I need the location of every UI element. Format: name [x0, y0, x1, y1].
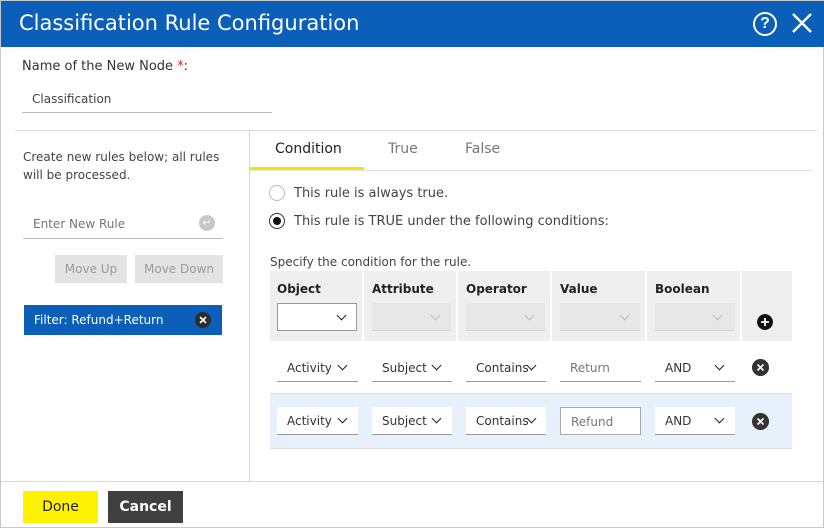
condition-spec-text: Specify the condition for the rule. [270, 255, 472, 269]
remove-rule-icon[interactable] [195, 312, 211, 328]
column-header-attribute: Attribute [372, 282, 434, 296]
move-up-button[interactable]: Move Up [55, 255, 127, 283]
row-1-object-select[interactable]: Activity [277, 354, 358, 382]
rule-item-filter[interactable]: Filter: Refund+Return [24, 305, 222, 335]
column-separator [740, 271, 742, 341]
rules-hint: Create new rules below; all rules will b… [23, 150, 220, 182]
column-separator [362, 271, 364, 341]
column-separator [550, 271, 552, 341]
remove-condition-icon[interactable] [752, 413, 769, 430]
new-object-select[interactable] [277, 303, 357, 331]
dialog-title: Classification Rule Configuration [19, 11, 360, 35]
radio-conditional-label: This rule is TRUE under the following co… [294, 214, 609, 229]
dialog-titlebar: Classification Rule Configuration ? [1, 1, 824, 47]
row-2-object-select[interactable]: Activity [277, 407, 358, 435]
new-boolean-select [655, 303, 735, 331]
divider-horizontal [15, 130, 817, 131]
new-operator-select [466, 303, 545, 331]
classification-rule-dialog: Classification Rule Configuration ? Name… [0, 0, 824, 528]
row-divider [270, 448, 792, 449]
column-separator [645, 271, 647, 341]
column-header-value: Value [560, 282, 598, 296]
radio-conditional[interactable] [269, 213, 285, 229]
node-name-label: Name of the New Node *: [22, 59, 188, 74]
new-attribute-select [372, 303, 451, 331]
done-button[interactable]: Done [23, 491, 98, 523]
remove-condition-icon[interactable] [752, 359, 769, 376]
tab-condition[interactable]: Condition [275, 141, 342, 157]
radio-always-true-label: This rule is always true. [294, 186, 449, 201]
new-rule-input[interactable] [23, 209, 223, 239]
row-2-value-input[interactable]: Refund [560, 407, 641, 435]
row-1-operator-select[interactable]: Contains [466, 354, 546, 382]
node-name-input[interactable] [22, 85, 272, 113]
close-icon[interactable] [790, 11, 814, 35]
cancel-button[interactable]: Cancel [108, 491, 183, 523]
row-1-boolean-select[interactable]: AND [655, 354, 735, 382]
tab-divider [250, 170, 812, 171]
divider-vertical [249, 130, 250, 481]
help-circle-icon[interactable]: ? [753, 12, 777, 36]
tab-false[interactable]: False [465, 141, 500, 157]
column-header-object: Object [277, 282, 321, 296]
add-condition-icon[interactable] [757, 314, 773, 330]
row-1-value-input[interactable]: Return [560, 354, 641, 382]
new-value-select [560, 303, 640, 331]
row-2-boolean-select[interactable]: AND [655, 407, 735, 435]
row-2-attribute-select[interactable]: Subject [372, 407, 452, 435]
radio-always-true[interactable] [269, 185, 285, 201]
footer-divider [1, 481, 824, 482]
move-down-button[interactable]: Move Down [135, 255, 223, 283]
column-header-operator: Operator [466, 282, 527, 296]
tab-true[interactable]: True [388, 141, 418, 157]
node-name-label-text: Name of the New Node [22, 59, 174, 74]
row-2-operator-select[interactable]: Contains [466, 407, 546, 435]
enter-icon[interactable]: ↵ [199, 215, 215, 231]
column-header-boolean: Boolean [655, 282, 710, 296]
row-1-attribute-select[interactable]: Subject [372, 354, 452, 382]
node-name-label-suffix: : [183, 59, 189, 74]
column-separator [456, 271, 458, 341]
